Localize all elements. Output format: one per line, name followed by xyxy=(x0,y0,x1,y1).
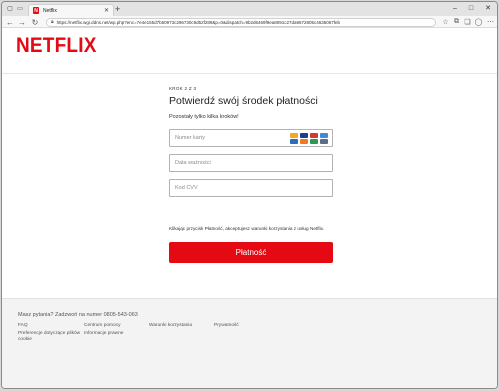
netflix-logo[interactable]: NETFLIX xyxy=(16,34,97,59)
collections-icon[interactable]: ❏ xyxy=(463,17,472,27)
tab-title: Netflix xyxy=(43,7,57,14)
reload-icon[interactable]: ↻ xyxy=(30,17,40,27)
expiry-date-placeholder: Data ważności xyxy=(175,160,211,166)
url-text: https://netflix.wgi.ddns.net/wp.php?enc=… xyxy=(56,19,341,25)
close-icon[interactable]: ✕ xyxy=(104,7,109,14)
close-window-icon[interactable]: ✕ xyxy=(481,4,495,13)
extensions-icon[interactable]: ⧉ xyxy=(452,17,461,27)
card-logos xyxy=(290,133,328,144)
tab-netflix[interactable]: N Netflix ✕ xyxy=(28,4,114,16)
payment-form: KROK 2 Z 3 Potwierdź swój środek płatnoś… xyxy=(169,86,333,263)
expiry-date-field[interactable]: Data ważności xyxy=(169,154,333,172)
page-title: Potwierdź swój środek płatności xyxy=(169,95,318,107)
tab-strip: ▢ ▭ N Netflix ✕ + – □ ✕ xyxy=(2,2,497,16)
terms-consent-text: Klikając przycisk Płatność, akceptujesz … xyxy=(169,226,325,231)
footer-link-help-center[interactable]: Centrum pomocy xyxy=(84,323,121,329)
page-content: NETFLIX KROK 2 Z 3 Potwierdź swój środek… xyxy=(2,29,497,388)
discover-icon xyxy=(300,139,308,144)
cvv-placeholder: Kod CVV xyxy=(175,185,198,191)
favorites-icon[interactable]: ☆ xyxy=(441,17,450,27)
minimize-icon[interactable]: – xyxy=(448,4,462,13)
mastercard-icon xyxy=(290,133,298,138)
form-subtitle: Pozostały tylko kilka kroków! xyxy=(169,114,239,120)
netflix-favicon-icon: N xyxy=(33,7,39,14)
address-bar[interactable]: 🔒︎ https://netflix.wgi.ddns.net/wp.php?e… xyxy=(46,17,436,27)
amex-icon xyxy=(320,133,328,138)
lock-icon[interactable]: 🔒︎ xyxy=(51,19,54,25)
tab-sidebar-icon[interactable]: ▭ xyxy=(15,4,25,13)
jcb-icon xyxy=(310,139,318,144)
tab-actions-icon[interactable]: ▢ xyxy=(5,4,15,13)
footer-link-legal[interactable]: Informacje prawne xyxy=(84,331,123,337)
maximize-icon[interactable]: □ xyxy=(464,4,478,13)
cvv-field[interactable]: Kod CVV xyxy=(169,179,333,197)
footer-link-cookies[interactable]: Preferencje dotyczące plików cookie xyxy=(18,331,82,343)
footer-link-faq[interactable]: FAQ xyxy=(18,323,28,329)
browser-window: ▢ ▭ N Netflix ✕ + – □ ✕ ← → ↻ 🔒︎ https:/… xyxy=(1,1,498,389)
footer-phone: Masz pytania? Zadzwoń na numer 0805-543-… xyxy=(18,312,138,318)
payment-button[interactable]: Płatność xyxy=(169,242,333,263)
browser-toolbar: ← → ↻ 🔒︎ https://netflix.wgi.ddns.net/wp… xyxy=(2,16,497,28)
maestro-icon xyxy=(310,133,318,138)
page-header: NETFLIX xyxy=(2,29,497,74)
back-icon[interactable]: ← xyxy=(5,17,15,27)
forward-icon[interactable]: → xyxy=(17,17,27,27)
menu-icon[interactable]: ⋯ xyxy=(486,17,495,27)
new-tab-icon[interactable]: + xyxy=(115,4,120,14)
card-number-field[interactable]: Numer karty xyxy=(169,129,333,147)
step-indicator: KROK 2 Z 3 xyxy=(169,86,197,91)
visa-icon xyxy=(300,133,308,138)
footer-link-privacy[interactable]: Prywatność xyxy=(214,323,239,329)
diners-icon xyxy=(290,139,298,144)
profile-icon[interactable]: ◯ xyxy=(474,17,483,27)
unionpay-icon xyxy=(320,139,328,144)
page-footer: Masz pytania? Zadzwoń na numer 0805-543-… xyxy=(2,298,497,388)
card-number-placeholder: Numer karty xyxy=(175,135,205,141)
footer-link-terms[interactable]: Warunki korzystania xyxy=(149,323,192,329)
